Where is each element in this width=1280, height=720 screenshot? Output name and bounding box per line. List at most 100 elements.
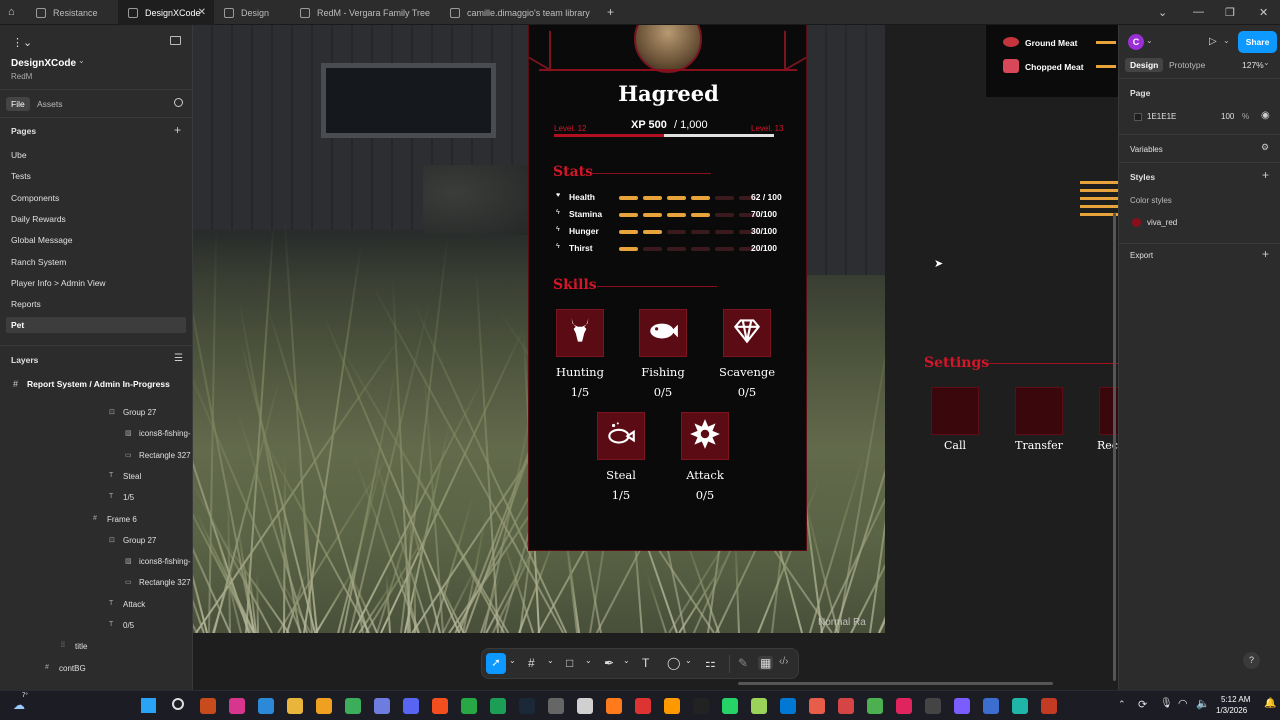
tab-team-library[interactable]: camille.dimaggio's team library (440, 0, 600, 25)
home-icon[interactable]: ⌂ (8, 6, 15, 18)
chevron-down-icon[interactable]: ⌄ (78, 56, 85, 65)
taskbar-app-icon[interactable] (896, 698, 912, 714)
chevron-down-icon[interactable]: ⌄ (685, 656, 692, 665)
taskbar-app-icon[interactable] (606, 698, 622, 714)
taskbar-app-icon[interactable] (751, 698, 767, 714)
help-icon[interactable]: ? (1243, 652, 1260, 669)
page-item[interactable]: Daily Rewards (11, 214, 66, 224)
page-item[interactable]: Tests (11, 171, 31, 181)
taskbar-app-icon[interactable] (983, 698, 999, 714)
chevron-down-icon[interactable]: ⌄ (547, 656, 554, 665)
search-icon[interactable] (174, 98, 183, 107)
skill-steal-button[interactable] (597, 412, 645, 460)
layer-item[interactable]: Steal (123, 472, 141, 481)
tab-assets[interactable]: Assets (37, 99, 63, 109)
layer-item[interactable]: 0/5 (123, 621, 134, 630)
page-item[interactable]: Player Info > Admin View (11, 278, 106, 288)
tab-prototype[interactable]: Prototype (1169, 60, 1205, 70)
layer-item[interactable]: Attack (123, 600, 145, 609)
taskbar-app-icon[interactable] (722, 698, 738, 714)
play-icon[interactable]: ▷ (1209, 36, 1217, 47)
taskbar-app-icon[interactable] (490, 698, 506, 714)
page-opacity[interactable]: 100 (1221, 112, 1234, 121)
page-item[interactable]: Global Message (11, 235, 72, 245)
taskbar-app-icon[interactable] (577, 698, 593, 714)
minimize-icon[interactable]: — (1193, 6, 1204, 18)
page-item[interactable]: Components (11, 193, 59, 203)
chevron-down-icon[interactable]: ⌄ (585, 656, 592, 665)
maximize-icon[interactable]: ❐ (1225, 6, 1235, 19)
file-name[interactable]: DesignXCode (11, 58, 76, 69)
new-tab-icon[interactable]: + (607, 5, 614, 19)
text-tool-icon[interactable]: T (642, 656, 649, 670)
layers-list-icon[interactable]: ☰ (174, 353, 183, 364)
add-style-icon[interactable]: + (1262, 168, 1269, 182)
skill-scavenge-button[interactable] (723, 309, 771, 357)
figma-menu-icon[interactable]: ⋮⌄ (12, 36, 32, 49)
layer-item[interactable]: icons8-fishing- (139, 429, 191, 438)
rectangle-tool-icon[interactable]: □ (566, 656, 573, 670)
layers-root[interactable]: Report System / Admin In-Progress (27, 379, 170, 389)
tab-redm-family-tree[interactable]: RedM - Vergara Family Tree (290, 0, 440, 25)
add-page-icon[interactable]: + (174, 123, 181, 137)
taskbar-app-icon[interactable] (693, 698, 709, 714)
dev-mode-icon[interactable]: ‹/› (779, 656, 788, 667)
eye-icon[interactable]: ◉ (1261, 110, 1270, 121)
export-title[interactable]: Export (1130, 251, 1153, 260)
chevron-down-icon[interactable]: ⌄ (1146, 36, 1153, 45)
taskbar-app-icon[interactable] (403, 698, 419, 714)
layer-item[interactable]: title (75, 642, 87, 651)
chevron-down-icon[interactable]: ⌄ (1158, 6, 1167, 19)
sync-icon[interactable]: ⟳ (1138, 698, 1147, 711)
wifi-icon[interactable]: ◠ (1178, 697, 1188, 710)
taskbar-app-icon[interactable] (925, 698, 941, 714)
taskbar-app-icon[interactable] (838, 698, 854, 714)
share-button[interactable]: Share (1238, 31, 1277, 53)
taskbar-app-icon[interactable] (432, 698, 448, 714)
pet-card[interactable]: Hagreed Level. 12 Level. 13 XP 500 / 1,0… (528, 25, 807, 551)
variables-title[interactable]: Variables (1130, 145, 1163, 154)
weather-icon[interactable]: ☁ (13, 698, 25, 712)
windows-start-icon[interactable] (141, 698, 156, 713)
taskbar-app-icon[interactable] (635, 698, 651, 714)
settings-call-button[interactable] (931, 387, 979, 435)
taskbar-app-icon[interactable] (374, 698, 390, 714)
design-canvas[interactable]: Ground Meat Chopped Meat Settings Call Tr… (193, 25, 1118, 690)
variables-settings-icon[interactable]: ⚙ (1261, 142, 1269, 153)
close-icon[interactable]: ✕ (198, 7, 206, 18)
components-tool-icon[interactable]: ⚏ (705, 656, 716, 670)
taskbar-app-icon[interactable] (1041, 698, 1057, 714)
taskbar-app-icon[interactable] (519, 698, 535, 714)
taskbar-app-icon[interactable] (664, 698, 680, 714)
taskbar-app-icon[interactable] (867, 698, 883, 714)
taskbar-app-icon[interactable] (461, 698, 477, 714)
taskbar-app-icon[interactable] (200, 698, 216, 714)
chevron-down-icon[interactable]: ⌄ (1223, 36, 1230, 45)
microphone-icon[interactable]: 🎙 (1160, 698, 1173, 709)
draw-mode-icon[interactable]: ✎ (738, 656, 748, 670)
tab-designxcode[interactable]: DesignXCode ✕ (118, 0, 214, 25)
color-style-name[interactable]: viva_red (1147, 218, 1177, 227)
volume-icon[interactable]: 🔈 (1196, 697, 1210, 710)
clock-date[interactable]: 1/3/2026 (1216, 706, 1247, 715)
sidebar-toggle-icon[interactable] (170, 36, 181, 45)
notifications-icon[interactable]: 🔔 (1264, 698, 1276, 709)
layer-item[interactable]: 1/5 (123, 493, 134, 502)
horizontal-scrollbar[interactable] (738, 682, 1053, 685)
vertical-scrollbar[interactable] (1113, 213, 1116, 681)
tab-resistance[interactable]: Resistance (26, 0, 118, 25)
taskbar-app-icon[interactable] (954, 698, 970, 714)
layer-item[interactable]: Rectangle 327 (139, 451, 191, 460)
pen-tool-icon[interactable]: ✒ (604, 656, 614, 670)
page-item[interactable]: Ranch System (11, 257, 66, 267)
chevron-down-icon[interactable]: ⌄ (509, 656, 516, 665)
skill-attack-button[interactable] (681, 412, 729, 460)
taskbar-app-icon[interactable] (548, 698, 564, 714)
skill-fishing-button[interactable] (639, 309, 687, 357)
layer-item[interactable]: Rectangle 327 (139, 578, 191, 587)
taskbar-app-icon[interactable] (345, 698, 361, 714)
taskbar-app-icon[interactable] (229, 698, 245, 714)
page-item[interactable]: Reports (11, 299, 41, 309)
comment-tool-icon[interactable]: ◯ (667, 656, 680, 670)
page-color-value[interactable]: 1E1E1E (1147, 112, 1176, 121)
